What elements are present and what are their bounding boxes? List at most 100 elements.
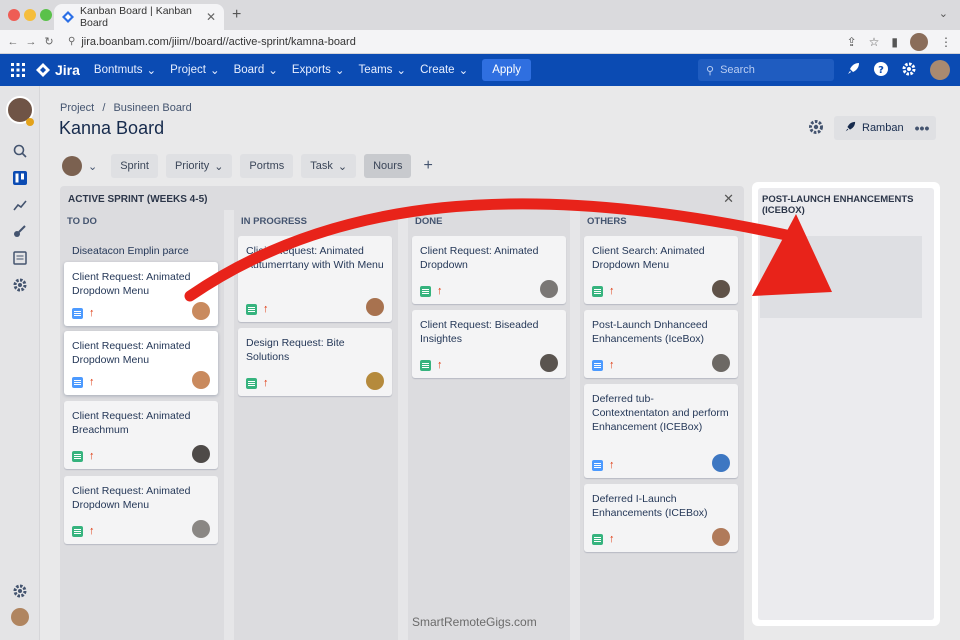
nav-item-bontmuts[interactable]: Bontmuts ⌄ bbox=[94, 63, 156, 77]
sidebar-releases-icon[interactable] bbox=[11, 222, 29, 240]
filter-nours[interactable]: Nours bbox=[364, 154, 412, 178]
close-window-button[interactable] bbox=[8, 9, 20, 21]
icebox-title: POST-LAUNCH ENHANCEMENTS (ICEBOX) bbox=[762, 194, 914, 216]
issue-card[interactable]: Client Request: Animated Dropdown ↑ bbox=[412, 236, 566, 304]
nav-item-create[interactable]: Create ⌄ bbox=[420, 63, 468, 77]
jira-top-nav: Jira Bontmuts ⌄ Project ⌄ Board ⌄ Exports ⌄ … bbox=[0, 54, 960, 86]
breadcrumb-board[interactable]: Busineen Board bbox=[113, 102, 191, 114]
issue-card[interactable]: Client Request: Animated Dropdown Menu ↑ bbox=[64, 476, 218, 544]
tab-list-chevron-icon[interactable]: ⌄ bbox=[939, 7, 948, 20]
forward-icon[interactable]: → bbox=[22, 36, 40, 48]
rocket-icon[interactable] bbox=[846, 62, 860, 79]
assignee-avatar[interactable] bbox=[540, 354, 558, 372]
filter-sprint[interactable]: Sprint bbox=[111, 154, 158, 178]
story-icon bbox=[592, 460, 603, 471]
assignee-avatar[interactable] bbox=[366, 298, 384, 316]
assignee-avatar[interactable] bbox=[366, 372, 384, 390]
browser-menu-icon[interactable]: ⋮ bbox=[940, 35, 952, 49]
browser-tab[interactable]: Kanban Board | Kanban Board ✕ bbox=[54, 4, 224, 30]
search-input[interactable]: ⚲ Search bbox=[698, 59, 834, 81]
sidebar-reports-icon[interactable] bbox=[11, 196, 29, 214]
nav-item-board[interactable]: Board ⌄ bbox=[234, 63, 278, 77]
story-icon bbox=[72, 377, 83, 388]
settings-gear-icon[interactable] bbox=[902, 62, 916, 79]
assignee-avatar-filter[interactable] bbox=[62, 156, 82, 176]
chevron-down-icon: ⌄ bbox=[268, 65, 278, 77]
left-sidebar bbox=[0, 86, 40, 640]
bookmark-star-icon[interactable]: ☆ bbox=[869, 35, 880, 49]
issue-card[interactable]: Post-Launch Dnhanceed Enhancements (IceB… bbox=[584, 310, 738, 378]
more-actions-button[interactable]: ••• bbox=[908, 116, 936, 140]
filter-task[interactable]: Task ⌄ bbox=[301, 154, 357, 178]
assignee-avatar[interactable] bbox=[192, 302, 210, 320]
assignee-avatar[interactable] bbox=[192, 445, 210, 463]
apply-button[interactable]: Apply bbox=[482, 59, 532, 81]
assignee-avatar[interactable] bbox=[712, 280, 730, 298]
sidebar-user-avatar[interactable] bbox=[11, 608, 29, 626]
assignee-avatar[interactable] bbox=[192, 520, 210, 538]
card-title: Post-Launch Dnhanceed Enhancements (IceB… bbox=[592, 319, 708, 345]
priority-high-icon: ↑ bbox=[609, 359, 615, 371]
sidebar-board-icon[interactable] bbox=[11, 169, 29, 187]
sidebar-settings-icon[interactable] bbox=[11, 276, 29, 294]
tab-close-icon[interactable]: ✕ bbox=[206, 10, 216, 24]
chevron-down-icon[interactable]: ⌄ bbox=[88, 160, 97, 173]
app-switcher-icon[interactable] bbox=[0, 63, 36, 77]
assignee-avatar[interactable] bbox=[712, 528, 730, 546]
nav-item-exports[interactable]: Exports ⌄ bbox=[292, 63, 345, 77]
ramban-button[interactable]: Ramban bbox=[834, 116, 914, 140]
story-icon bbox=[420, 286, 431, 297]
issue-card[interactable]: Deferred tub-Contextnentaton and perform… bbox=[584, 384, 738, 478]
chevron-down-icon: ⌄ bbox=[146, 65, 157, 77]
board-settings-icon[interactable] bbox=[808, 119, 824, 140]
priority-high-icon: ↑ bbox=[263, 377, 269, 389]
icebox-drop-zone[interactable] bbox=[760, 236, 922, 318]
issue-card[interactable]: Design Request: Bite Solutions ↑ bbox=[238, 328, 392, 396]
add-filter-button[interactable]: + bbox=[419, 157, 436, 175]
column-others: OTHERS Client Search: Animated Dropdown … bbox=[580, 210, 742, 640]
back-icon[interactable]: ← bbox=[4, 36, 22, 48]
status-dot-icon bbox=[26, 118, 34, 126]
ramban-label: Ramban bbox=[862, 122, 904, 134]
user-avatar[interactable] bbox=[930, 60, 950, 80]
sidebar-toggle-icon[interactable]: ▮ bbox=[891, 35, 898, 49]
breadcrumb-project[interactable]: Project bbox=[60, 102, 94, 114]
minimize-window-button[interactable] bbox=[24, 9, 36, 21]
jira-logo[interactable]: Jira bbox=[36, 62, 80, 78]
sidebar-pages-icon[interactable] bbox=[11, 249, 29, 267]
address-bar: ← → ↻ ⚲ jira.boanbam.com/jiim//board//ac… bbox=[0, 30, 960, 54]
close-icon[interactable]: ✕ bbox=[723, 191, 734, 207]
sidebar-search-icon[interactable] bbox=[11, 142, 29, 160]
card-title: Client Request: Animated Dropdown Menu bbox=[72, 271, 191, 297]
site-info-icon[interactable]: ⚲ bbox=[68, 36, 75, 47]
issue-card[interactable]: Client Request: Animated Dropdown Menu ↑ bbox=[64, 331, 218, 395]
nav-item-teams[interactable]: Teams ⌄ bbox=[359, 63, 407, 77]
reload-icon[interactable]: ↻ bbox=[40, 35, 58, 48]
filter-portms[interactable]: Portms bbox=[240, 154, 294, 178]
page-title: Kanna Board bbox=[59, 118, 165, 138]
column-in-progress: IN PROGRESS Cliein Request: Animated Aut… bbox=[234, 210, 396, 640]
story-icon bbox=[72, 308, 83, 319]
issue-card[interactable]: Client Request: Animated Breachmum ↑ bbox=[64, 401, 218, 469]
maximize-window-button[interactable] bbox=[40, 9, 52, 21]
issue-card[interactable]: Client Request: Biseaded Insightes ↑ bbox=[412, 310, 566, 378]
issue-card[interactable]: Deferred I-Launch Enhancements (ICEBox) … bbox=[584, 484, 738, 552]
profile-avatar[interactable] bbox=[910, 33, 928, 51]
assignee-avatar[interactable] bbox=[540, 280, 558, 298]
sidebar-bottom-settings-icon[interactable] bbox=[11, 582, 29, 600]
assignee-avatar[interactable] bbox=[712, 354, 730, 372]
assignee-avatar[interactable] bbox=[712, 454, 730, 472]
chevron-down-icon: ⌄ bbox=[214, 160, 224, 173]
chevron-down-icon: ⌄ bbox=[334, 65, 345, 77]
issue-card[interactable]: Client Request: Animated Dropdown Menu ↑ bbox=[64, 262, 218, 326]
assignee-avatar[interactable] bbox=[192, 371, 210, 389]
nav-item-project[interactable]: Project ⌄ bbox=[170, 63, 219, 77]
priority-high-icon: ↑ bbox=[89, 307, 95, 319]
issue-card[interactable]: Cliein Request: Animated Autumerrtany wi… bbox=[238, 236, 392, 322]
new-tab-icon[interactable]: + bbox=[232, 6, 241, 24]
filter-priority[interactable]: Priority ⌄ bbox=[165, 154, 233, 178]
share-icon[interactable]: ⇪ bbox=[847, 35, 857, 49]
help-icon[interactable]: ? bbox=[874, 61, 888, 79]
issue-card[interactable]: Client Search: Animated Dropdown Menu ↑ bbox=[584, 236, 738, 304]
url-field[interactable]: ⚲ jira.boanbam.com/jiim//board//active-s… bbox=[68, 36, 356, 48]
